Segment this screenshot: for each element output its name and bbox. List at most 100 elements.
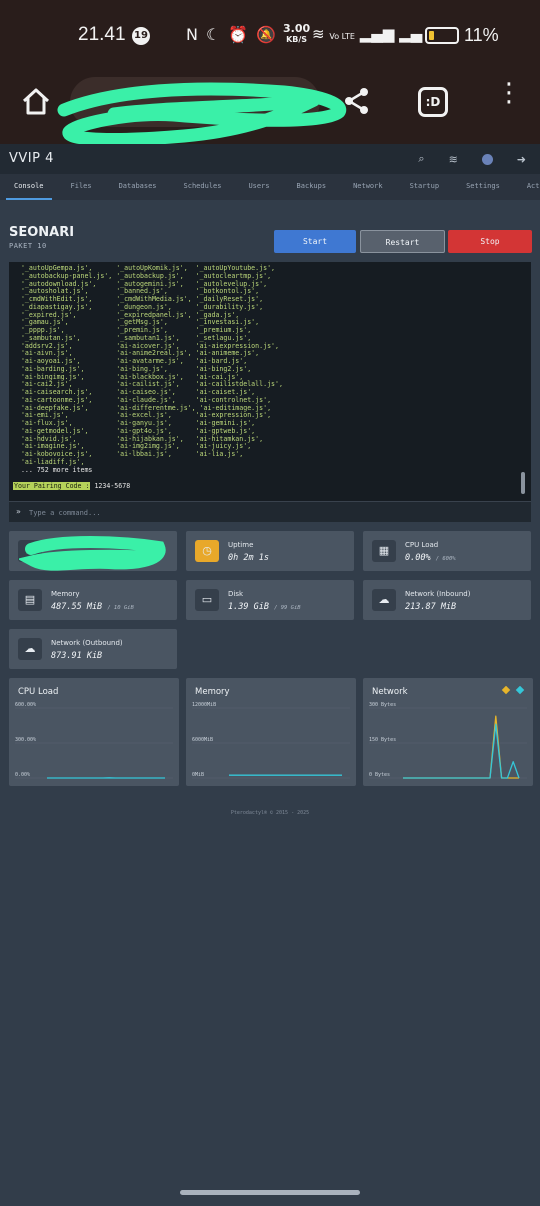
nfc-icon: N — [186, 25, 206, 44]
server-name: SEONARI — [9, 225, 75, 240]
network-graph: Network 300 Bytes 150 Bytes 0 Bytes — [363, 678, 533, 786]
pairing-code: 1234-5678 — [94, 482, 131, 490]
moon-icon: ☾ — [205, 25, 229, 44]
wifi-icon: ≋ — [312, 25, 325, 43]
logout-icon[interactable]: ➜ — [517, 153, 526, 166]
tab-activity[interactable]: Activity — [519, 174, 540, 200]
tab-schedules[interactable]: Schedules — [176, 174, 230, 200]
memory-card: ▤ Memory 487.55 MiB / 10 GiB — [9, 580, 177, 620]
uptime-label: Uptime — [228, 541, 254, 549]
search-icon[interactable]: ⌕ — [418, 152, 424, 166]
series-line — [403, 723, 520, 779]
layers-icon[interactable]: ≋ — [449, 153, 458, 166]
series-line — [403, 715, 519, 779]
status-bar: 21.41 19 N☾⏰🔕 3.00 KB/S ≋ Vo LTE ▂▄▆ ▂▄ 1… — [0, 0, 540, 70]
tab-users[interactable]: Users — [240, 174, 277, 200]
y-tick-label: 600.00% — [15, 702, 36, 708]
prompt-icon: » — [16, 507, 21, 516]
command-input[interactable] — [29, 505, 519, 520]
cpu-value: 0.00% / 600% — [405, 553, 456, 563]
y-tick-label: 300 Bytes — [369, 702, 396, 708]
network-outbound-label: Network (Outbound) — [51, 639, 123, 647]
tab-backups[interactable]: Backups — [289, 174, 335, 200]
status-time: 21.41 — [78, 24, 126, 45]
y-tick-label: 6000MiB — [192, 737, 213, 743]
y-tick-label: 150 Bytes — [369, 737, 396, 743]
more-items-text: ... 752 more items — [13, 465, 93, 474]
battery-percent: 11% — [464, 25, 499, 45]
network-outbound-value: 873.91 KiB — [51, 651, 103, 661]
network-outbound-card: ☁ Network (Outbound) 873.91 KiB — [9, 629, 177, 669]
y-tick-label: 12000MiB — [192, 702, 216, 708]
cloud-download-icon: ☁ — [372, 589, 396, 611]
y-tick-label: 0MiB — [192, 772, 204, 778]
disk-icon: ▭ — [195, 589, 219, 611]
restart-button[interactable]: Restart — [360, 230, 445, 253]
volte-label: Vo LTE — [329, 32, 355, 41]
network-legend — [501, 686, 525, 695]
memory-icon: ▤ — [18, 589, 42, 611]
disk-value: 1.39 GiB / 99 GiB — [228, 602, 301, 612]
home-icon[interactable] — [20, 85, 52, 117]
memory-graph-plot: 12000MiB 6000MiB 0MiB — [192, 702, 350, 779]
signal-icons: ≋ Vo LTE ▂▄▆ ▂▄ — [312, 25, 422, 43]
cpu-graph: CPU Load 600.00% 300.00% 0.00% — [9, 678, 179, 786]
more-menu-icon[interactable]: ⋮ — [496, 80, 522, 118]
uptime-value: 0h 2m 1s — [228, 553, 269, 563]
redaction-scribble — [19, 536, 166, 571]
tab-databases[interactable]: Databases — [111, 174, 165, 200]
console-scrollbar[interactable] — [521, 472, 525, 494]
tab-console[interactable]: Console — [6, 174, 52, 200]
cpu-label: CPU Load — [405, 541, 439, 549]
cpu-graph-plot: 600.00% 300.00% 0.00% — [15, 702, 173, 779]
server-package: PAKET 10 — [9, 242, 47, 250]
notification-badge: 19 — [132, 27, 150, 45]
tab-network[interactable]: Network — [345, 174, 391, 200]
cpu-card: ▦ CPU Load 0.00% / 600% — [363, 531, 531, 571]
uptime-card: ◷ Uptime 0h 2m 1s — [186, 531, 354, 571]
memory-graph-title: Memory — [195, 687, 230, 697]
network-graph-title: Network — [372, 687, 408, 697]
chip-icon: ▦ — [372, 540, 396, 562]
redaction-scribble — [57, 82, 347, 146]
y-tick-label: 300.00% — [15, 737, 36, 743]
outbound-legend-icon[interactable] — [515, 686, 525, 695]
start-button[interactable]: Start — [274, 230, 356, 253]
share-icon[interactable] — [342, 86, 372, 116]
cpu-graph-title: CPU Load — [18, 687, 59, 697]
home-indicator[interactable] — [180, 1190, 360, 1195]
stop-button[interactable]: Stop — [448, 230, 532, 253]
tab-files[interactable]: Files — [63, 174, 100, 200]
network-inbound-value: 213.87 MiB — [405, 602, 457, 612]
server-nav-tabs: Console Files Databases Schedules Users … — [0, 174, 540, 200]
network-inbound-card: ☁ Network (Inbound) 213.87 MiB — [363, 580, 531, 620]
panel-header: VVIP 4 ⌕ ≋ ➜ — [0, 144, 540, 174]
tab-startup[interactable]: Startup — [402, 174, 448, 200]
avatar[interactable] — [481, 153, 493, 165]
inbound-legend-icon[interactable] — [501, 686, 511, 695]
network-inbound-label: Network (Inbound) — [405, 590, 471, 598]
network-graph-plot: 300 Bytes 150 Bytes 0 Bytes — [369, 702, 527, 779]
memory-graph: Memory 12000MiB 6000MiB 0MiB — [186, 678, 356, 786]
y-tick-label: 0.00% — [15, 772, 30, 778]
console-output[interactable]: '_autoUpGempa.js', '_autoUpKomik.js', '_… — [9, 262, 531, 501]
cloud-upload-icon: ☁ — [18, 638, 42, 660]
signal-icon: ▂▄▆ ▂▄ — [359, 25, 423, 43]
tabs-icon[interactable]: :D — [418, 87, 448, 117]
net-speed: 3.00 KB/S — [283, 22, 311, 44]
tab-settings[interactable]: Settings — [458, 174, 508, 200]
disk-label: Disk — [228, 590, 244, 598]
alarm-icon: ⏰ — [228, 25, 257, 44]
panel-title: VVIP 4 — [9, 151, 54, 166]
command-bar: » — [9, 501, 531, 522]
mute-icon: 🔕 — [256, 25, 285, 44]
browser-toolbar: c :D ⋮ — [0, 70, 540, 146]
header-actions: ⌕ ≋ ➜ — [418, 152, 526, 166]
clock-icon: ◷ — [195, 540, 219, 562]
disk-card: ▭ Disk 1.39 GiB / 99 GiB — [186, 580, 354, 620]
address-card: ≋ — [9, 531, 177, 571]
status-icons: N☾⏰🔕 — [186, 25, 284, 44]
pairing-label: Your Pairing Code : — [13, 482, 91, 490]
memory-label: Memory — [51, 590, 80, 598]
footer: Pterodactyl® © 2015 - 2025 — [230, 810, 310, 816]
